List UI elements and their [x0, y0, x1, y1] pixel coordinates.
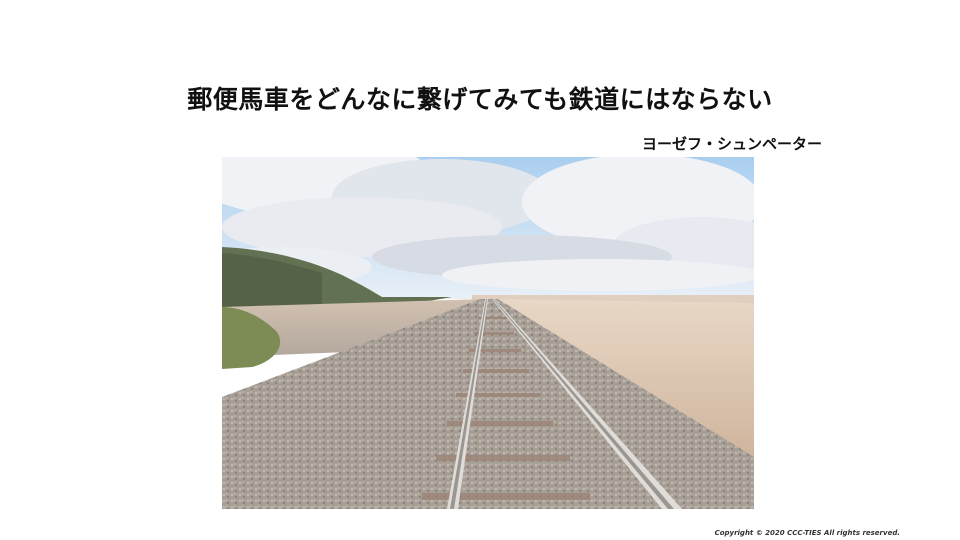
railway-photo [222, 157, 754, 509]
copyright-notice: Copyright © 2020 CCC-TIES All rights res… [714, 529, 900, 537]
quote-author: ヨーゼフ・シュンペーター [641, 135, 822, 153]
slide-title: 郵便馬車をどんなに繋げてみても鉄道にはならない [187, 85, 773, 114]
